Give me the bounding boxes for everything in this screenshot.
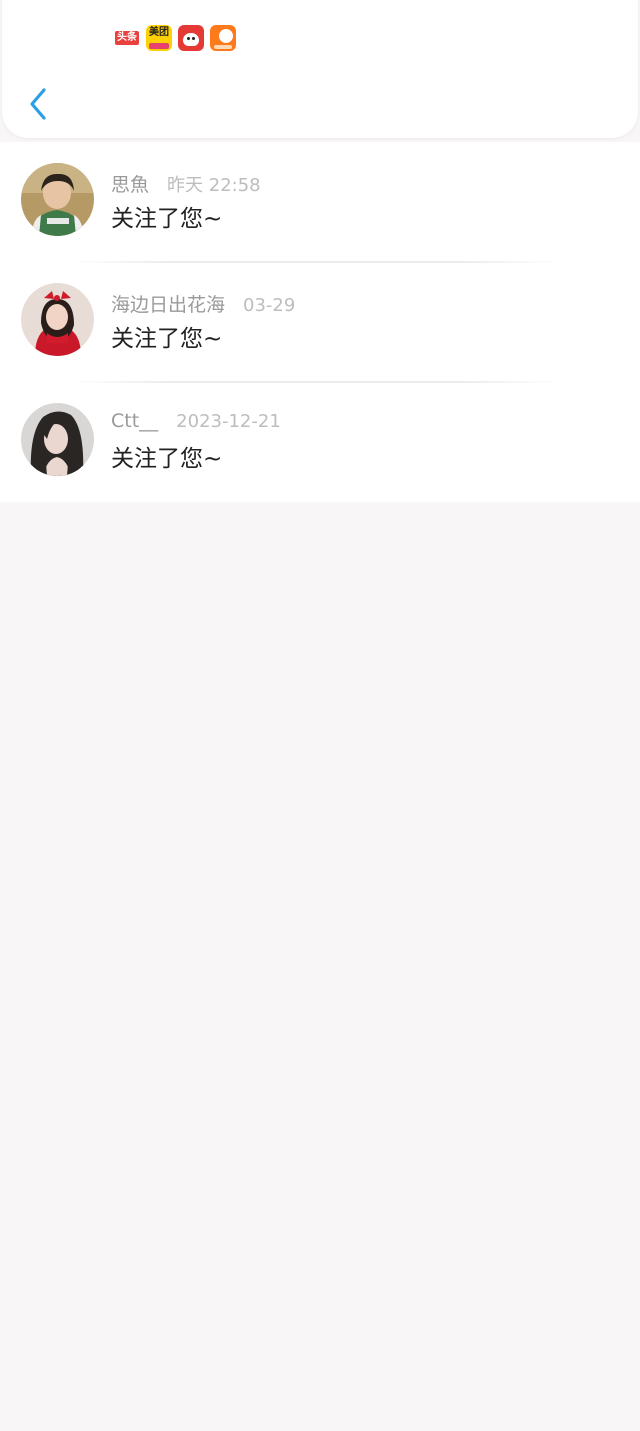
item-meta: Ctt__ 2023-12-21 (111, 410, 281, 432)
meituan-label: 美团 (149, 27, 169, 38)
toutiao-icon: 头条 (114, 25, 140, 51)
list-item[interactable]: Ctt__ 2023-12-21 关注了您~ (0, 381, 640, 502)
back-button[interactable] (20, 84, 56, 124)
list-item[interactable]: 思魚 昨天 22:58 关注了您~ (0, 142, 640, 262)
avatar[interactable] (21, 283, 94, 356)
username[interactable]: 海边日出花海 (111, 290, 225, 317)
meituan-icon: 美团 (146, 25, 172, 51)
username[interactable]: Ctt__ (111, 410, 158, 432)
message-text: 关注了您~ (111, 326, 223, 352)
timestamp: 03-29 (243, 295, 296, 316)
username[interactable]: 思魚 (111, 170, 149, 197)
follower-list: 思魚 昨天 22:58 关注了您~ 海边日出花海 03-29 关注了您~ Ctt… (0, 142, 640, 502)
chevron-left-icon (30, 88, 46, 120)
avatar[interactable] (21, 163, 94, 236)
message-text: 关注了您~ (111, 446, 223, 472)
message-text: 关注了您~ (111, 206, 223, 232)
top-header: 头条 美团 (2, 0, 638, 138)
toutiao-label: 头条 (115, 31, 139, 45)
timestamp: 昨天 22:58 (167, 175, 261, 196)
item-meta: 思魚 昨天 22:58 (111, 170, 261, 197)
avatar[interactable] (21, 403, 94, 476)
jd-icon (178, 25, 204, 51)
timestamp: 2023-12-21 (176, 411, 281, 432)
item-meta: 海边日出花海 03-29 (111, 290, 295, 317)
notification-icons: 头条 美团 (114, 25, 236, 51)
list-item[interactable]: 海边日出花海 03-29 关注了您~ (0, 261, 640, 382)
taobao-icon (210, 25, 236, 51)
